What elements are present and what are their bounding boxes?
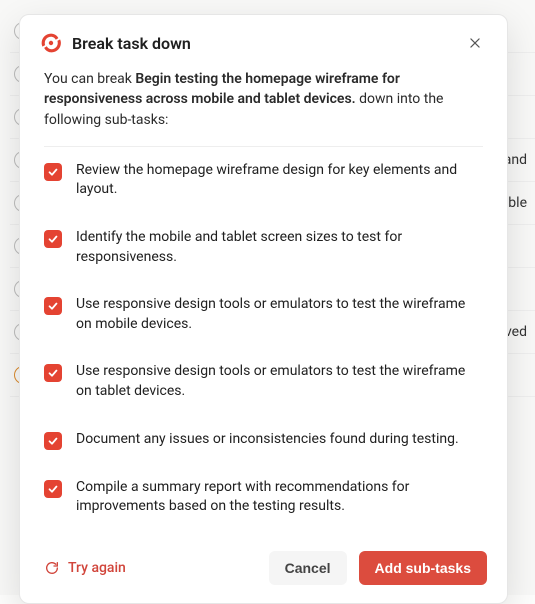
check-icon [47, 435, 59, 447]
modal-intro: You can break Begin testing the homepage… [20, 69, 507, 146]
subtask-label: Identify the mobile and tablet screen si… [76, 228, 483, 267]
check-icon [47, 483, 59, 495]
check-icon [47, 166, 59, 178]
subtask-checkbox[interactable] [44, 432, 62, 450]
subtask-label: Use responsive design tools or emulators… [76, 295, 483, 334]
subtask-label: Review the homepage wireframe design for… [76, 161, 483, 200]
intro-prefix: You can break [44, 71, 135, 87]
subtask-label: Compile a summary report with recommenda… [76, 478, 483, 517]
modal-header: Break task down [20, 15, 507, 69]
subtask-list: Review the homepage wireframe design for… [44, 146, 483, 535]
refresh-icon [44, 560, 60, 576]
break-task-down-modal: Break task down You can break Begin test… [19, 14, 508, 604]
ai-swirl-icon [40, 32, 62, 54]
check-icon [47, 300, 59, 312]
subtask-label: Use responsive design tools or emulators… [76, 362, 483, 401]
subtask-row[interactable]: Use responsive design tools or emulators… [44, 348, 483, 415]
subtask-row[interactable]: Document any issues or inconsistencies f… [44, 416, 483, 464]
try-again-button[interactable]: Try again [40, 554, 130, 582]
subtask-row[interactable]: Review the homepage wireframe design for… [44, 147, 483, 214]
subtask-checkbox[interactable] [44, 480, 62, 498]
cancel-button[interactable]: Cancel [269, 551, 347, 585]
subtask-checkbox[interactable] [44, 163, 62, 181]
subtask-row[interactable]: Compile a summary report with recommenda… [44, 464, 483, 531]
subtask-label: Document any issues or inconsistencies f… [76, 430, 483, 450]
close-button[interactable] [463, 31, 487, 55]
add-subtasks-button[interactable]: Add sub-tasks [359, 551, 487, 585]
check-icon [47, 367, 59, 379]
modal-footer: Try again Cancel Add sub-tasks [20, 535, 507, 603]
modal-title: Break task down [72, 34, 463, 53]
subtask-checkbox[interactable] [44, 364, 62, 382]
check-icon [47, 233, 59, 245]
subtask-checkbox[interactable] [44, 297, 62, 315]
close-icon [468, 36, 482, 50]
subtask-checkbox[interactable] [44, 230, 62, 248]
try-again-label: Try again [68, 560, 126, 576]
subtask-row[interactable]: Identify the mobile and tablet screen si… [44, 214, 483, 281]
subtask-row[interactable]: Use responsive design tools or emulators… [44, 281, 483, 348]
